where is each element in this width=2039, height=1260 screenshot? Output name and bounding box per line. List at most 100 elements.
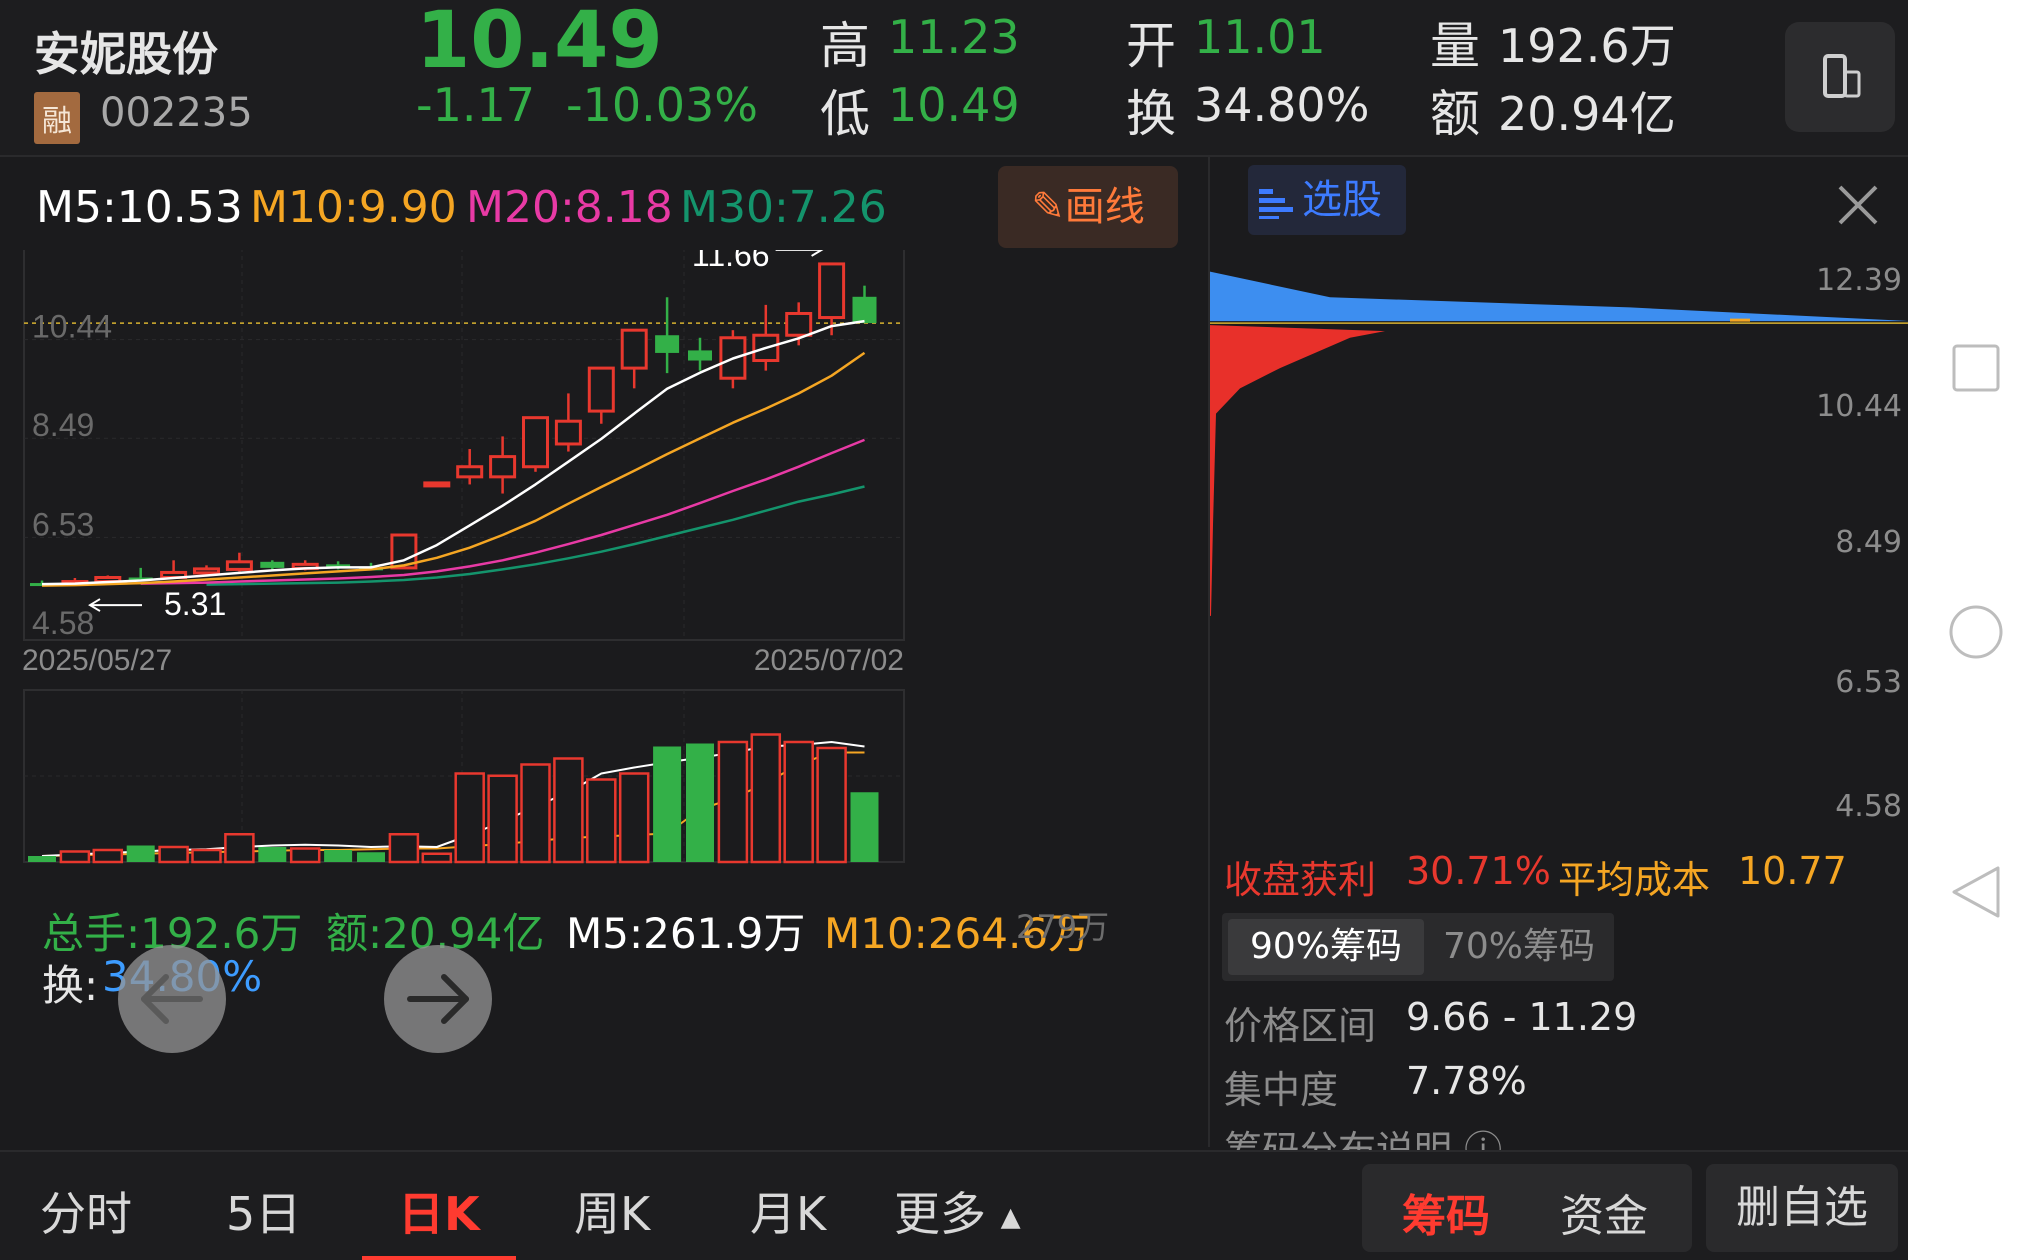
ma5-value: M5:10.53 (36, 182, 243, 233)
date-end-label: 2025/07/02 (754, 644, 904, 677)
volume-bar-up (586, 778, 617, 864)
high-label: 高 (820, 17, 870, 75)
chip-axis-tick-4: 6.53 (1835, 665, 1902, 700)
low-value: 10.49 (888, 78, 1020, 132)
active-tab-indicator (362, 1256, 516, 1260)
high-value: 11.23 (888, 10, 1020, 64)
price-axis-tick: 8.49 (32, 407, 94, 443)
volume-value: 192.6万 (1498, 19, 1676, 73)
volume-bar-up (783, 740, 814, 864)
draw-line-button[interactable]: ✎画线 (998, 166, 1178, 248)
volume-label: 量 (1430, 17, 1480, 75)
avg-cost-value: 10.77 (1738, 849, 1847, 893)
candle-body-down (655, 335, 680, 353)
volume-bars-layer (28, 733, 879, 864)
tab-more-label: 更多 (894, 1187, 986, 1241)
chip-distribution-panel: 选股 12.39 10.44 8.49 6.53 4.58 收盘获利 30.71… (1208, 157, 1908, 1172)
quote-header: 安妮股份 融 002235 10.49 -1.17 -10.03% 高 11.2… (0, 0, 1908, 157)
volume-bar-down (653, 746, 682, 862)
back-triangle-icon[interactable] (1948, 862, 2004, 922)
volume-bar-down (850, 792, 879, 862)
chip-profit-area (1210, 271, 1908, 322)
candle-body-up (522, 416, 549, 469)
select-stock-button[interactable]: 选股 (1248, 165, 1406, 235)
profit-label: 收盘获利 (1224, 858, 1377, 902)
volume-bar-down (324, 850, 353, 862)
tab-90-chips[interactable]: 90%筹码 (1228, 919, 1424, 975)
volume-bar-up (224, 833, 255, 864)
price-axis-tick: 6.53 (32, 506, 94, 542)
concentration-label: 集中度 (1224, 1068, 1339, 1112)
candle-body-up (818, 262, 846, 320)
low-label: 低 (820, 85, 870, 143)
price-axis-tick: 10.44 (32, 309, 112, 345)
volume-bar-up (289, 847, 321, 864)
candle-body-up (620, 328, 648, 370)
tab-more[interactable]: 更多 ▲ (894, 1178, 1021, 1244)
volume-bar-up (816, 746, 847, 864)
candle-body-up (785, 311, 813, 337)
tab-70-chips[interactable]: 70%筹码 (1434, 919, 1604, 975)
tab-intraday[interactable]: 分时 (40, 1178, 132, 1244)
candle-body-up (225, 560, 253, 571)
tab-5day[interactable]: 5日 (226, 1178, 301, 1244)
volume-bar-up (92, 848, 124, 864)
price-range-label: 价格区间 (1224, 1004, 1377, 1048)
high-marker-label: 11.66 (692, 250, 770, 273)
chip-axis-tick-3: 8.49 (1835, 525, 1902, 560)
low-marker-label: 5.31 (164, 586, 226, 622)
tab-daily-k[interactable]: 日K (398, 1178, 480, 1244)
candle-body-down (688, 350, 712, 361)
arrow-left-icon (141, 974, 203, 1024)
volume-bar-down (28, 856, 56, 862)
draw-line-label: 画线 (1064, 184, 1145, 230)
candle-body-up (456, 465, 484, 479)
chip-distribution-chart (1210, 271, 1908, 616)
volume-bar-up (59, 850, 91, 864)
candle-body-up (193, 567, 220, 575)
device-switch-icon (1823, 54, 1861, 98)
volume-bar-up (158, 845, 189, 864)
volume-bar-up (520, 763, 551, 864)
device-switch-button[interactable] (1785, 22, 1895, 132)
margin-badge: 融 (34, 92, 80, 144)
home-circle-icon[interactable] (1946, 602, 2006, 662)
close-icon[interactable] (1832, 179, 1884, 231)
remove-watchlist-button[interactable]: 删自选 (1706, 1164, 1898, 1252)
chip-panel-button[interactable]: 筹码 (1402, 1180, 1490, 1244)
volume-bar-up (421, 852, 453, 864)
period-tab-bar: 分时 5日 日K 周K 月K 更多 ▲ 筹码 资金 删自选 (0, 1150, 1908, 1260)
chip-loss-area (1210, 325, 1385, 616)
list-bars-icon (1248, 165, 1302, 235)
amount-label: 额 (1430, 85, 1480, 143)
triangle-up-icon: ▲ (1000, 1202, 1021, 1233)
concentration-value: 7.78% (1406, 1059, 1527, 1103)
open-value: 11.01 (1194, 10, 1326, 64)
volume-bar-up (388, 833, 420, 864)
price-change: -1.17 (416, 78, 536, 132)
candle-body-down (260, 561, 285, 568)
price-change-pct: -10.03% (566, 78, 758, 132)
candle-body-up (423, 481, 451, 488)
volume-m5: M5:261.9万 (566, 909, 806, 958)
tab-weekly-k[interactable]: 周K (574, 1178, 650, 1244)
scroll-left-button[interactable] (118, 945, 226, 1053)
candle-body-up (489, 455, 517, 479)
capital-panel-button[interactable]: 资金 (1560, 1180, 1648, 1244)
tab-monthly-k[interactable]: 月K (750, 1178, 826, 1244)
date-start-label: 2025/05/27 (22, 644, 172, 677)
scroll-right-button[interactable] (384, 945, 492, 1053)
volume-axis-max: 279万 (1016, 908, 1110, 946)
recents-square-icon[interactable] (1950, 342, 2002, 394)
volume-bar-up (750, 733, 782, 864)
panel-switch-group: 筹码 资金 (1362, 1164, 1692, 1252)
candle-body-up (587, 366, 615, 413)
last-price: 10.49 (416, 0, 663, 86)
volume-bar-up (487, 774, 518, 864)
ma30-value: M30:7.26 (680, 182, 887, 233)
volume-bar-up (717, 740, 749, 864)
candle-body-up (554, 419, 582, 446)
system-nav-bar (1908, 0, 2039, 1260)
avg-cost-label: 平均成本 (1558, 858, 1711, 902)
ma20-value: M20:8.18 (466, 182, 673, 233)
